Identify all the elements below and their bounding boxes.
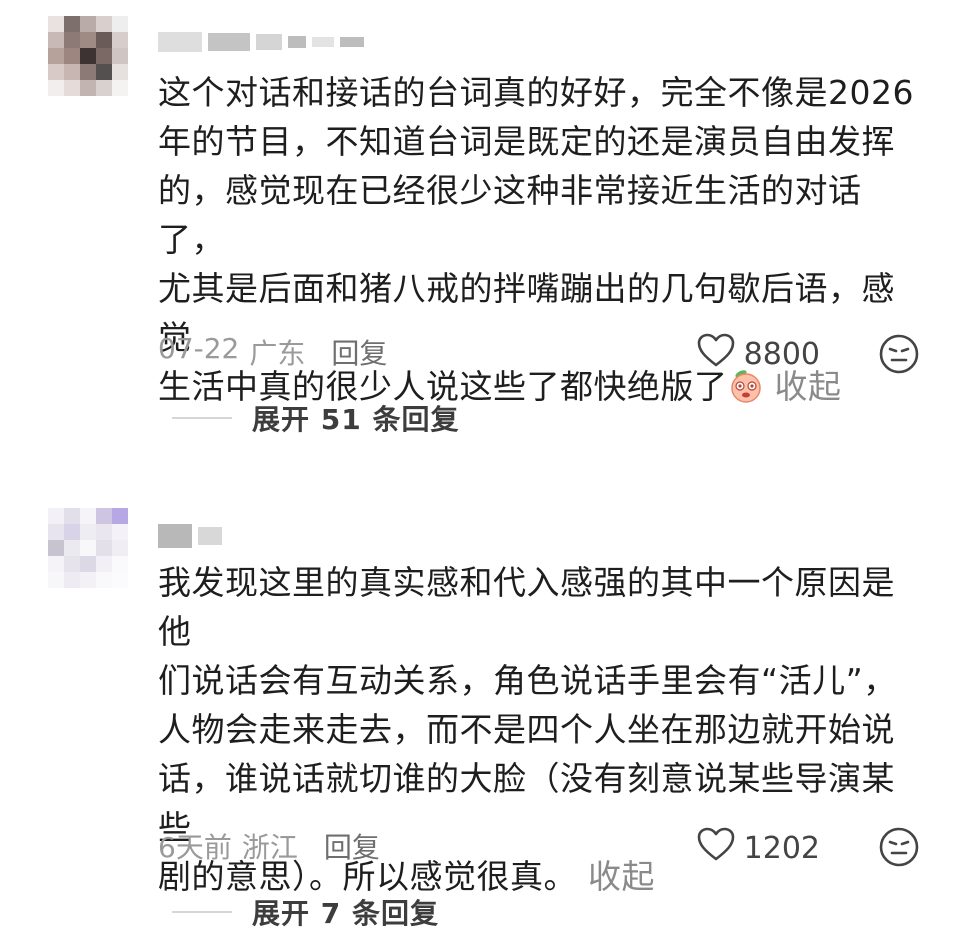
comment-location: 广东 [249, 337, 306, 370]
unhappy-face-icon [878, 827, 920, 872]
comment-location: 浙江 [241, 831, 298, 864]
heart-outline-icon [696, 826, 736, 870]
avatar[interactable] [48, 16, 128, 96]
expand-replies[interactable]: 展开 7 条回复 [172, 892, 439, 932]
unhappy-face-icon [878, 334, 920, 379]
comment-date: 6天前 [158, 831, 232, 864]
reply-button[interactable]: 回复 [324, 826, 380, 866]
comment-meta: 07-22 广东 回复 [158, 332, 387, 372]
dislike-button[interactable] [878, 333, 920, 375]
expand-replies-label[interactable]: 展开 51 条回复 [252, 398, 459, 438]
dislike-button[interactable] [878, 826, 920, 868]
comment-meta: 6天前 浙江 回复 [158, 826, 380, 866]
divider-line [172, 417, 232, 419]
collapse-link[interactable]: 收起 [577, 857, 655, 896]
like-button[interactable]: 8800 [696, 332, 820, 376]
reply-button[interactable]: 回复 [331, 332, 387, 372]
heart-outline-icon [696, 332, 736, 376]
username-blurred[interactable] [158, 522, 222, 550]
expand-replies[interactable]: 展开 51 条回复 [172, 398, 459, 438]
username-blurred[interactable] [158, 28, 364, 56]
like-count: 1202 [743, 830, 820, 866]
divider-line [172, 911, 232, 913]
expand-replies-label[interactable]: 展开 7 条回复 [252, 892, 439, 932]
like-count: 8800 [743, 336, 820, 372]
like-button[interactable]: 1202 [696, 826, 820, 870]
comment-date: 07-22 [158, 332, 240, 365]
avatar[interactable] [48, 508, 128, 588]
